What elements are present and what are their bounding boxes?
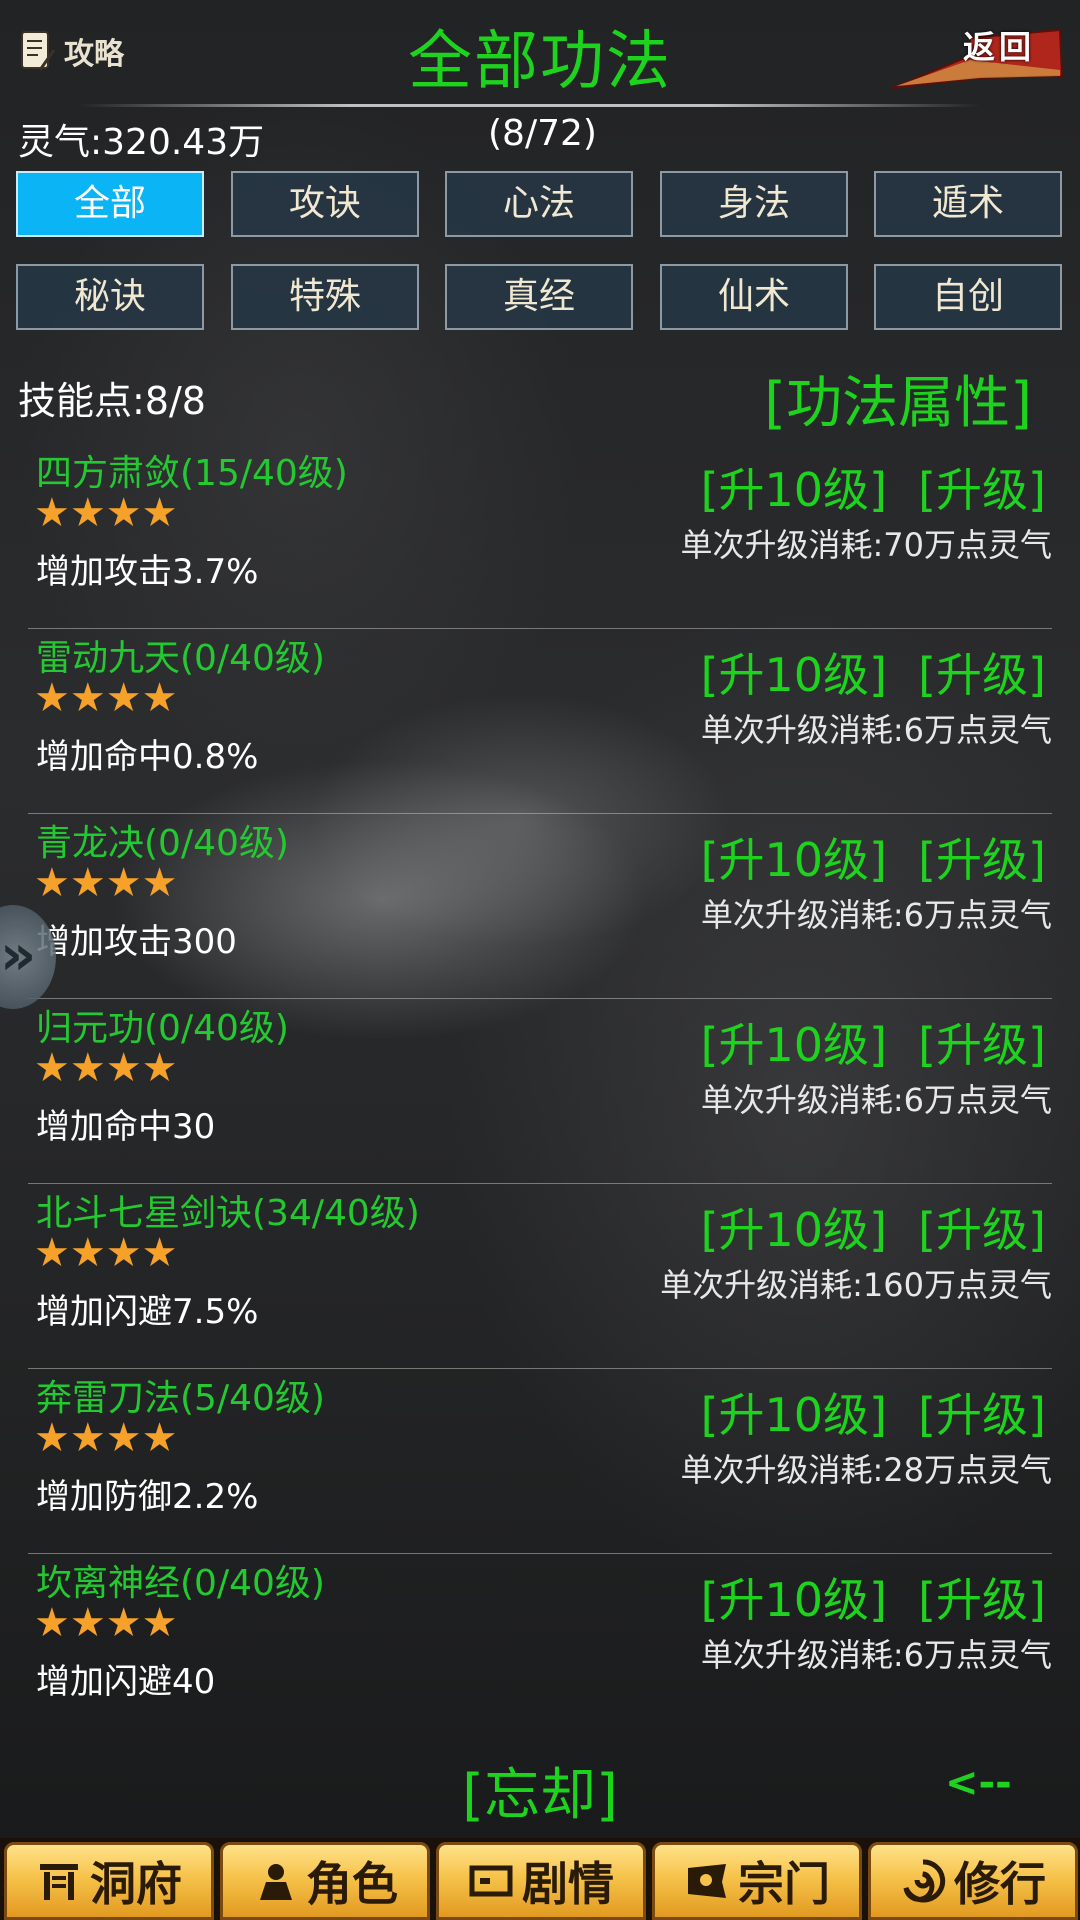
nav-character[interactable]: 角色	[220, 1842, 430, 1920]
skill-row: 奔雷刀法(5/40级) ★★★★ 增加防御2.2% [升10级] [升级] 单次…	[28, 1369, 1052, 1554]
skill-effect: 增加防御2.2%	[36, 1477, 259, 1517]
star-rating-icon: ★★★★	[34, 1600, 178, 1646]
tab-escape[interactable]: 遁术	[874, 171, 1062, 237]
upgrade-cost: 单次升级消耗:160万点灵气	[660, 1266, 1052, 1304]
star-rating-icon: ★★★★	[34, 675, 178, 721]
forget-button[interactable]: [忘却]	[0, 1750, 1080, 1831]
skill-effect: 增加攻击3.7%	[36, 552, 259, 592]
skill-effect: 增加攻击300	[36, 922, 237, 962]
nav-story[interactable]: 剧情	[436, 1842, 646, 1920]
attributes-link[interactable]: [功法属性]	[764, 358, 1032, 439]
upgrade-cost: 单次升级消耗:6万点灵气	[700, 1636, 1052, 1674]
skill-effect: 增加命中30	[36, 1107, 216, 1147]
upgrade-button[interactable]: [升级]	[918, 1379, 1046, 1445]
star-rating-icon: ★★★★	[34, 860, 178, 906]
nav-cave[interactable]: 洞府	[4, 1842, 214, 1920]
skill-row: 青龙决(0/40级) ★★★★ 增加攻击300 [升10级] [升级] 单次升级…	[28, 814, 1052, 999]
upgrade-button[interactable]: [升级]	[918, 1564, 1046, 1630]
nav-cultivation-label: 修行	[954, 1857, 1046, 1911]
star-rating-icon: ★★★★	[34, 1415, 178, 1461]
upgrade-cost: 单次升级消耗:6万点灵气	[700, 711, 1052, 749]
nav-character-label: 角色	[306, 1857, 398, 1911]
qi-amount: 灵气:320.43万	[18, 122, 265, 163]
header-divider	[80, 104, 980, 107]
upgrade-cost: 单次升级消耗:6万点灵气	[700, 896, 1052, 934]
nav-cultivation[interactable]: 修行	[868, 1842, 1078, 1920]
skill-name: 青龙决(0/40级)	[36, 823, 289, 864]
skill-effect: 增加闪避40	[36, 1662, 216, 1702]
sect-flag-icon	[688, 1864, 726, 1898]
skill-name: 雷动九天(0/40级)	[36, 638, 325, 679]
skill-name: 北斗七星剑诀(34/40级)	[36, 1193, 420, 1234]
back-label: 返回	[962, 28, 1035, 66]
tab-special[interactable]: 特殊	[231, 264, 419, 330]
skill-row: 雷动九天(0/40级) ★★★★ 增加命中0.8% [升10级] [升级] 单次…	[28, 629, 1052, 814]
upgrade-10-button[interactable]: [升10级]	[701, 454, 887, 520]
skill-count: (8/72)	[488, 113, 597, 154]
back-button[interactable]: 返回	[890, 18, 1065, 94]
tab-all[interactable]: 全部	[16, 171, 204, 237]
skill-row: 归元功(0/40级) ★★★★ 增加命中30 [升10级] [升级] 单次升级消…	[28, 999, 1052, 1184]
bottom-nav: 洞府 角色 剧情 宗门 修行	[0, 1838, 1080, 1920]
skill-effect: 增加命中0.8%	[36, 737, 259, 777]
skill-row: 北斗七星剑诀(34/40级) ★★★★ 增加闪避7.5% [升10级] [升级]…	[28, 1184, 1052, 1369]
upgrade-10-button[interactable]: [升10级]	[701, 1379, 887, 1445]
cultivation-swirl-icon	[903, 1859, 946, 1903]
upgrade-10-button[interactable]: [升10级]	[701, 1194, 887, 1260]
upgrade-cost: 单次升级消耗:6万点灵气	[700, 1081, 1052, 1119]
tab-secret[interactable]: 秘诀	[16, 264, 204, 330]
tab-attack[interactable]: 攻诀	[231, 171, 419, 237]
prev-page-button[interactable]: <--	[945, 1760, 1012, 1806]
skill-name: 坎离神经(0/40级)	[36, 1563, 325, 1604]
star-rating-icon: ★★★★	[34, 490, 178, 536]
skill-points: 技能点:8/8	[18, 379, 206, 423]
story-icon	[469, 1865, 513, 1897]
upgrade-10-button[interactable]: [升10级]	[701, 1564, 887, 1630]
star-rating-icon: ★★★★	[34, 1230, 178, 1276]
upgrade-cost: 单次升级消耗:70万点灵气	[680, 526, 1052, 564]
character-icon	[260, 1864, 292, 1900]
cave-gate-icon	[40, 1864, 78, 1900]
upgrade-10-button[interactable]: [升10级]	[701, 824, 887, 890]
tab-custom[interactable]: 自创	[874, 264, 1062, 330]
upgrade-button[interactable]: [升级]	[918, 639, 1046, 705]
nav-sect-label: 宗门	[738, 1857, 830, 1911]
upgrade-cost: 单次升级消耗:28万点灵气	[680, 1451, 1052, 1489]
nav-story-label: 剧情	[522, 1857, 614, 1911]
skill-row: 坎离神经(0/40级) ★★★★ 增加闪避40 [升10级] [升级] 单次升级…	[28, 1554, 1052, 1739]
skill-effect: 增加闪避7.5%	[36, 1292, 259, 1332]
nav-cave-label: 洞府	[90, 1857, 182, 1911]
skill-name: 奔雷刀法(5/40级)	[36, 1378, 325, 1419]
skill-name: 四方肃敛(15/40级)	[36, 453, 348, 494]
upgrade-button[interactable]: [升级]	[918, 454, 1046, 520]
double-chevron-right-icon: »	[0, 923, 37, 988]
upgrade-10-button[interactable]: [升10级]	[701, 1009, 887, 1075]
tab-scripture[interactable]: 真经	[445, 264, 633, 330]
skill-row: 四方肃敛(15/40级) ★★★★ 增加攻击3.7% [升10级] [升级] 单…	[28, 444, 1052, 629]
tab-body[interactable]: 身法	[660, 171, 848, 237]
skill-name: 归元功(0/40级)	[36, 1008, 289, 1049]
star-rating-icon: ★★★★	[34, 1045, 178, 1091]
upgrade-button[interactable]: [升级]	[918, 1194, 1046, 1260]
nav-sect[interactable]: 宗门	[652, 1842, 862, 1920]
upgrade-button[interactable]: [升级]	[918, 1009, 1046, 1075]
tab-immortal[interactable]: 仙术	[660, 264, 848, 330]
upgrade-button[interactable]: [升级]	[918, 824, 1046, 890]
tab-mind[interactable]: 心法	[445, 171, 633, 237]
upgrade-10-button[interactable]: [升10级]	[701, 639, 887, 705]
